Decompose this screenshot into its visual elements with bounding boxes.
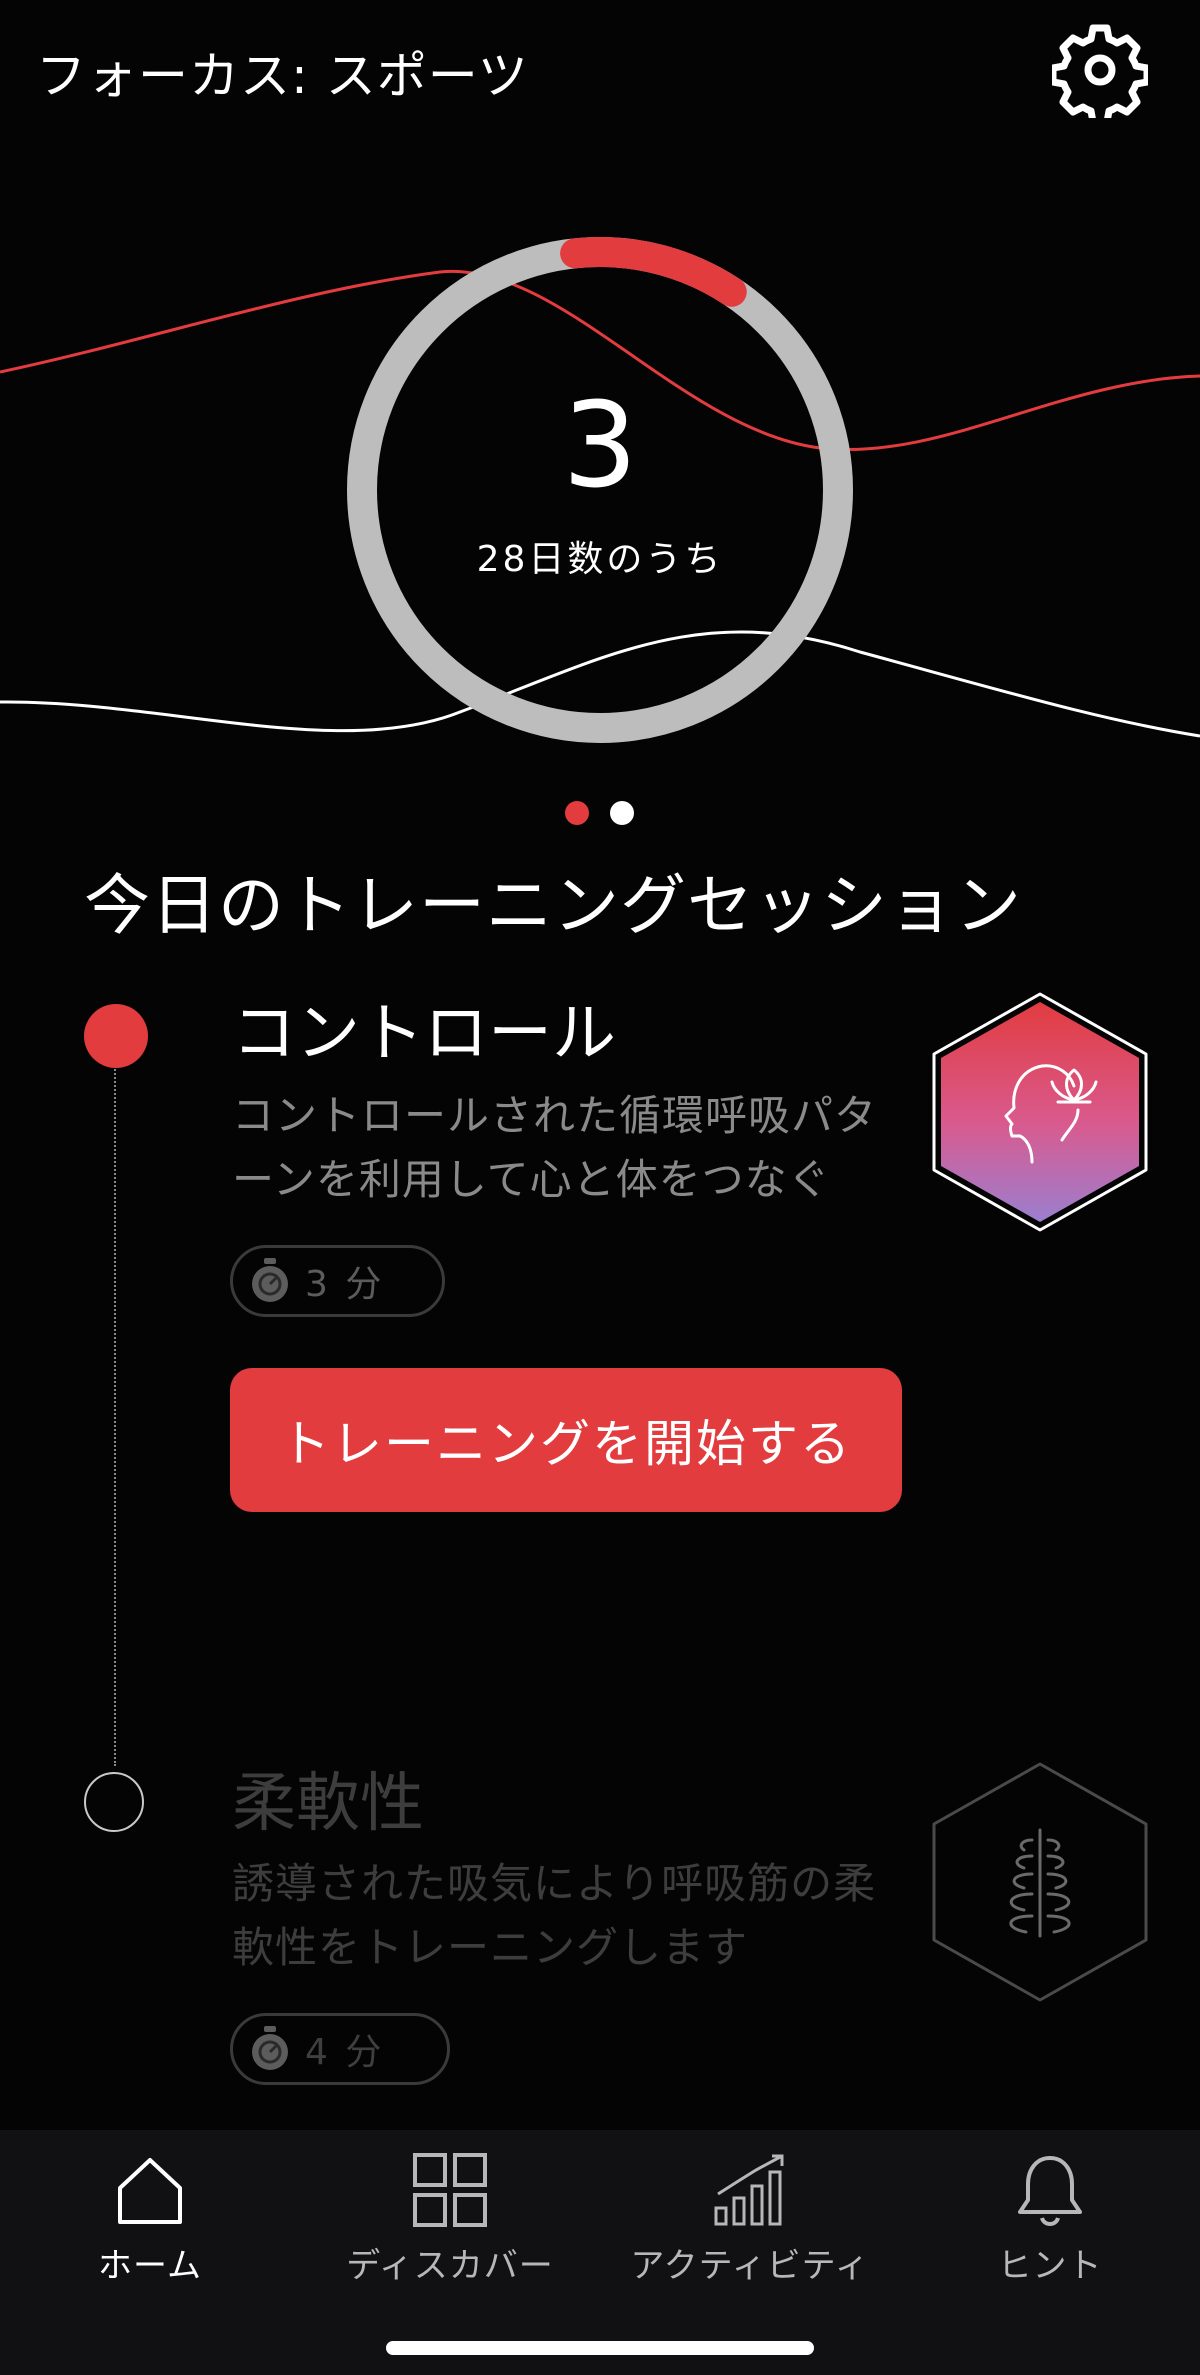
grid-icon <box>413 2153 487 2227</box>
stopwatch-icon <box>252 1258 288 1302</box>
section-title: 今日のトレーニングセッション <box>84 867 1022 944</box>
current-day-number: 3 <box>562 376 638 514</box>
session-description: コントロールされた循環呼吸パタ ーンを利用して心と体をつなぐ <box>232 1084 932 1212</box>
settings-button[interactable] <box>1048 18 1152 122</box>
session-description-line: 軟性をトレーニングします <box>232 1923 749 1972</box>
session-description-line: 誘導された吸気により呼吸筋の柔 <box>232 1859 877 1908</box>
duration-badge: 3 分 <box>230 1245 445 1317</box>
page-title: フォーカス: スポーツ <box>36 47 529 105</box>
gear-icon <box>1052 24 1148 118</box>
session-name: コントロール <box>232 997 616 1071</box>
session-description: 誘導された吸気により呼吸筋の柔 軟性をトレーニングします <box>232 1852 932 1980</box>
duration-text: 4 分 <box>305 2032 385 2073</box>
ribcage-icon <box>1009 1828 1071 1938</box>
duration-badge: 4 分 <box>230 2013 450 2085</box>
bell-icon <box>1018 2156 1082 2226</box>
timeline-marker-active <box>84 1004 148 1068</box>
session-badge <box>928 990 1152 1238</box>
session-name: 柔軟性 <box>232 1767 424 1841</box>
duration-text: 3 分 <box>305 1264 385 1305</box>
tab-hints[interactable]: ヒント <box>900 2150 1200 2290</box>
tab-home[interactable]: ホーム <box>0 2150 300 2290</box>
timeline-marker <box>84 1772 144 1832</box>
timeline-line <box>114 1066 116 1766</box>
page-dot-active[interactable] <box>565 801 589 825</box>
home-icon <box>118 2158 182 2224</box>
tab-label: ホーム <box>98 2246 202 2286</box>
tab-label: ヒント <box>997 2246 1103 2286</box>
bar-chart-icon <box>714 2154 784 2226</box>
stopwatch-icon <box>252 2026 288 2070</box>
session-badge <box>928 1760 1152 2008</box>
session-description-line: ーンを利用して心と体をつなぐ <box>232 1155 831 1204</box>
home-indicator <box>386 2341 814 2355</box>
tab-discover[interactable]: ディスカバー <box>300 2150 600 2290</box>
page-dot[interactable] <box>610 801 634 825</box>
tab-label: ディスカバー <box>346 2246 554 2286</box>
total-days-caption: 28日数のうち <box>476 539 724 580</box>
session-description-line: コントロールされた循環呼吸パタ <box>232 1091 878 1140</box>
tab-label: アクティビティ <box>630 2246 870 2286</box>
start-training-button[interactable]: トレーニングを開始する <box>230 1368 902 1512</box>
tab-activity[interactable]: アクティビティ <box>600 2150 900 2290</box>
